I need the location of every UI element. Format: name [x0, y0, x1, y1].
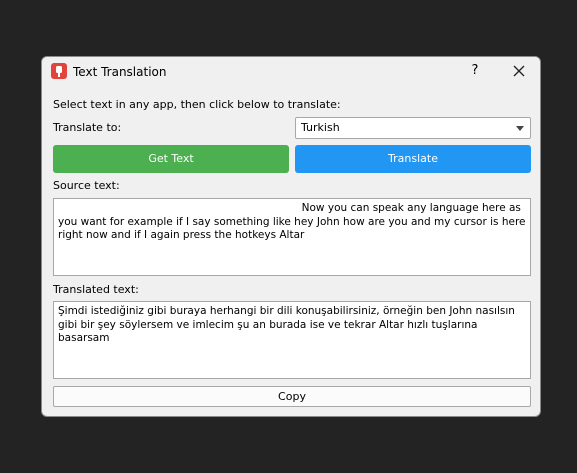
- window-title: Text Translation: [73, 65, 167, 79]
- chevron-down-icon: [516, 126, 524, 131]
- translation-dialog: Text Translation ? Select text in any ap…: [41, 56, 541, 417]
- title-bar: Text Translation ?: [42, 57, 540, 85]
- language-select-value: Turkish: [301, 121, 340, 134]
- source-text-label: Source text:: [53, 179, 120, 192]
- translated-text-label: Translated text:: [53, 283, 139, 296]
- help-button[interactable]: ?: [468, 62, 482, 80]
- translate-button[interactable]: Translate: [295, 145, 531, 173]
- source-text-area[interactable]: Now you can speak any language here as y…: [53, 198, 531, 276]
- copy-button[interactable]: Copy: [53, 386, 531, 407]
- get-text-button[interactable]: Get Text: [53, 145, 289, 173]
- instruction-text: Select text in any app, then click below…: [53, 98, 341, 111]
- app-logo-icon: [51, 63, 67, 79]
- language-select[interactable]: Turkish: [295, 117, 531, 139]
- translate-to-label: Translate to:: [53, 121, 122, 134]
- translated-text-area[interactable]: Şimdi istediğiniz gibi buraya herhangi b…: [53, 301, 531, 379]
- close-icon[interactable]: [511, 63, 527, 79]
